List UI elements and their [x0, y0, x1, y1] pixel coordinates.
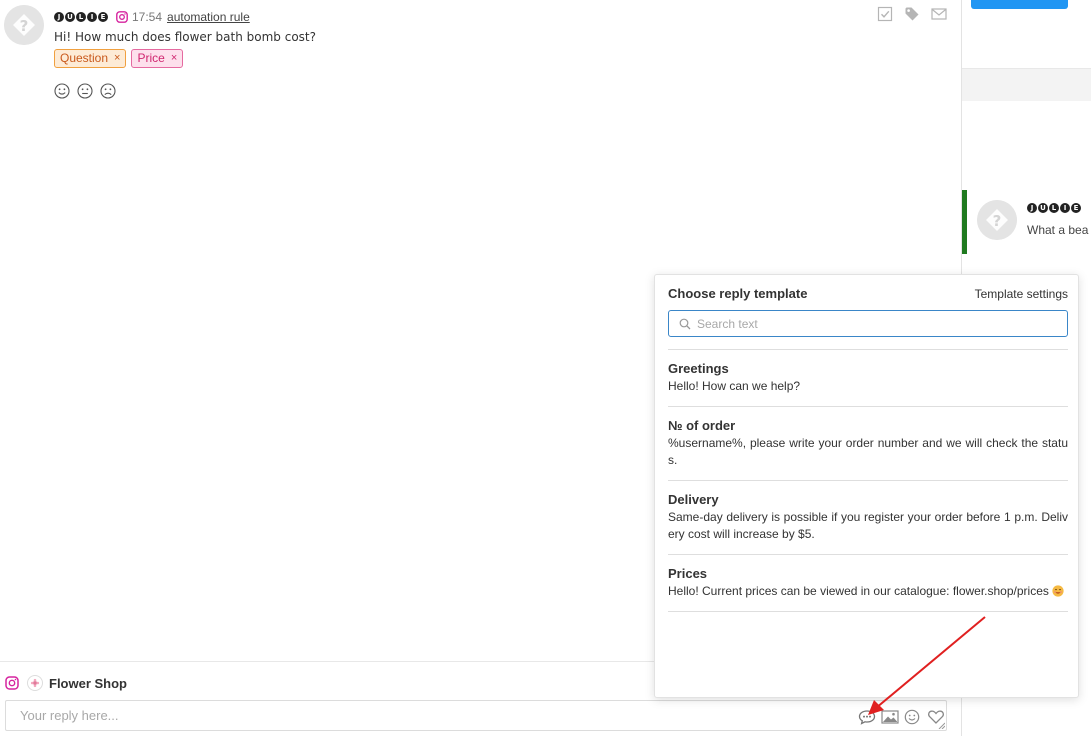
- user-avatar: ?: [977, 200, 1017, 240]
- author-glyph: J: [1027, 203, 1037, 213]
- template-item-greetings[interactable]: Greetings Hello! How can we help?: [668, 349, 1068, 406]
- message-time: 17:54: [132, 10, 163, 24]
- template-name: Greetings: [668, 361, 729, 376]
- message-text: Hi! How much does flower bath bomb cost?: [54, 30, 316, 44]
- popup-title: Choose reply template: [668, 286, 808, 301]
- reply-channel[interactable]: Flower Shop: [5, 675, 127, 691]
- template-text: Same-day delivery is possible if you reg…: [668, 510, 1068, 541]
- author-glyph: I: [87, 12, 97, 22]
- author-glyph: J: [54, 12, 64, 22]
- message-preview: What a bea: [1027, 223, 1089, 237]
- resize-handle-icon[interactable]: [938, 722, 945, 729]
- tag-question[interactable]: Question ×: [54, 49, 127, 68]
- remove-tag-icon[interactable]: ×: [171, 50, 177, 67]
- reply-template-popup: Choose reply template Template settings …: [654, 274, 1079, 698]
- remove-tag-icon[interactable]: ×: [114, 50, 120, 67]
- template-item-delivery[interactable]: Delivery Same-day delivery is possible i…: [668, 480, 1068, 554]
- neutral-face-icon[interactable]: [77, 83, 93, 99]
- sad-face-icon[interactable]: [100, 83, 116, 99]
- user-avatar[interactable]: ?: [4, 5, 44, 45]
- template-text: %username%, please write your order numb…: [668, 436, 1068, 467]
- shop-logo-icon: [27, 675, 43, 691]
- sentiment-reactions: [54, 83, 116, 99]
- reply-input[interactable]: [6, 701, 874, 730]
- tag-icon[interactable]: [904, 6, 920, 22]
- unknown-user-icon: ?: [4, 5, 44, 45]
- primary-action-button[interactable]: [971, 0, 1068, 9]
- template-text: Hello! Current prices can be viewed in o…: [668, 584, 1049, 598]
- list-section-header: [962, 68, 1091, 101]
- template-search: [668, 310, 1068, 337]
- author-glyph: L: [1049, 203, 1059, 213]
- author-glyph: L: [76, 12, 86, 22]
- author-glyph: U: [1038, 203, 1048, 213]
- template-text-wrap: Hello! Current prices can be viewed in o…: [668, 583, 1068, 600]
- image-icon[interactable]: [881, 709, 899, 725]
- message-header: J U L I E 17:54 automation rule: [54, 9, 250, 25]
- smile-icon[interactable]: [54, 83, 70, 99]
- smiling-emoji-icon: [1052, 585, 1064, 597]
- emoji-icon[interactable]: [904, 709, 922, 725]
- reply-templates-icon[interactable]: [858, 709, 876, 725]
- author-name: J U L I E: [1027, 203, 1081, 213]
- template-item-order-number[interactable]: № of order %username%, please write your…: [668, 406, 1068, 480]
- reply-box: [5, 700, 947, 731]
- conversation-list-item[interactable]: ? J U L I E What a bea: [962, 190, 1091, 254]
- tag-label: Price: [137, 51, 165, 65]
- instagram-icon: [116, 11, 128, 23]
- template-name: Delivery: [668, 492, 719, 507]
- author-name[interactable]: J U L I E: [54, 12, 108, 22]
- template-item-prices[interactable]: Prices Hello! Current prices can be view…: [668, 554, 1068, 612]
- tag-label: Question: [60, 51, 109, 65]
- template-name: № of order: [668, 418, 736, 433]
- channel-name: Flower Shop: [49, 675, 127, 691]
- instagram-icon: [5, 676, 19, 690]
- template-search-input[interactable]: [697, 311, 1057, 336]
- active-indicator: [962, 190, 967, 254]
- automation-rule-link[interactable]: automation rule: [167, 10, 250, 24]
- template-settings-link[interactable]: Template settings: [975, 287, 1068, 301]
- author-glyph: I: [1060, 203, 1070, 213]
- template-name: Prices: [668, 566, 708, 581]
- author-glyph: E: [98, 12, 108, 22]
- svg-text:?: ?: [20, 17, 29, 35]
- author-glyph: E: [1071, 203, 1081, 213]
- template-text: Hello! How can we help?: [668, 379, 801, 393]
- author-glyph: U: [65, 12, 75, 22]
- mark-done-icon[interactable]: [877, 6, 893, 22]
- svg-text:?: ?: [993, 212, 1002, 230]
- unknown-user-icon: ?: [977, 200, 1017, 240]
- message-tags: Question × Price ×: [54, 49, 184, 68]
- template-list: Greetings Hello! How can we help? № of o…: [668, 349, 1068, 612]
- mail-icon[interactable]: [931, 6, 947, 22]
- message-actions: [877, 6, 947, 22]
- reply-toolbar: [858, 709, 945, 725]
- search-icon: [679, 318, 691, 330]
- tag-price[interactable]: Price ×: [131, 49, 184, 68]
